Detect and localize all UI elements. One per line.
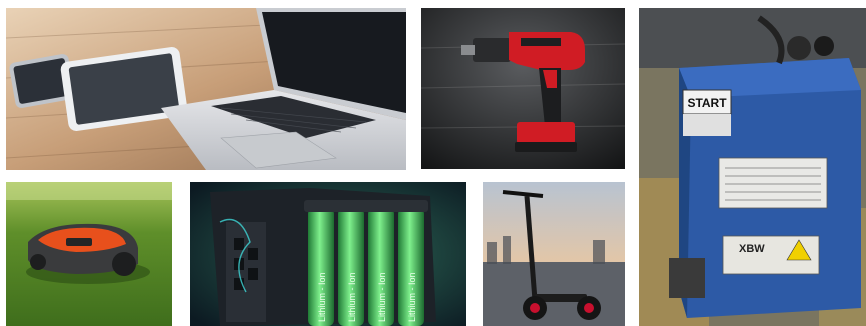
cell-label: Lithium - Ion xyxy=(347,272,357,322)
lithium-cells-image: Lithium - Ion Lithium - Ion Lithium - Io… xyxy=(190,182,466,326)
electric-scooter-image xyxy=(483,182,625,326)
cell-label: Lithium - Ion xyxy=(377,272,387,322)
laptop-tablet-phone-image xyxy=(6,8,406,170)
cell-label: Lithium - Ion xyxy=(317,272,327,322)
forklift-battery-image: START XBW xyxy=(639,8,866,326)
cordless-drill-image xyxy=(421,8,625,169)
cell-label: Lithium - Ion xyxy=(407,272,417,322)
start-label: START xyxy=(687,96,727,110)
robotic-mower-image xyxy=(6,182,172,326)
brand-label: XBW xyxy=(739,243,765,255)
